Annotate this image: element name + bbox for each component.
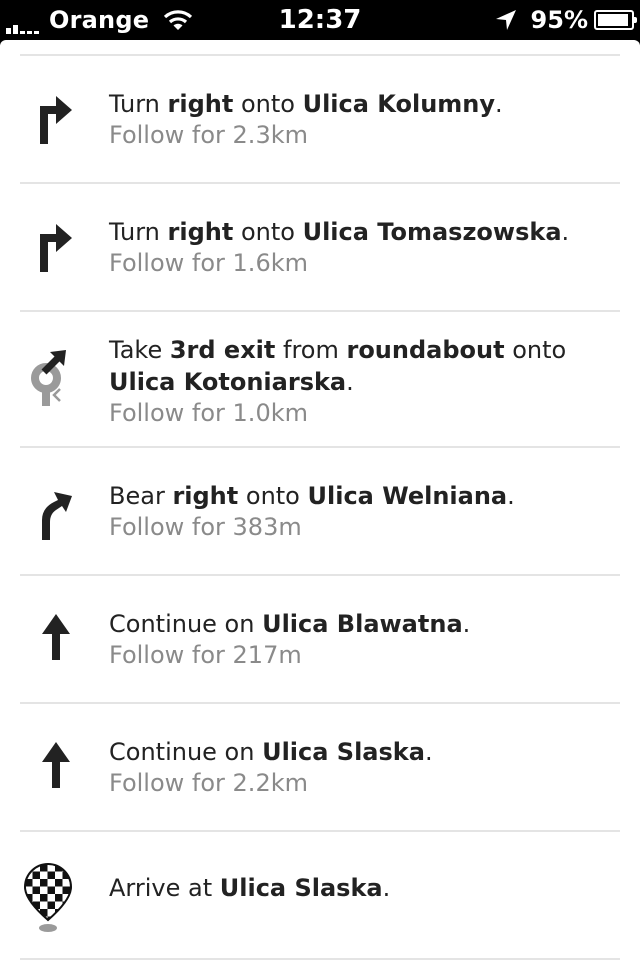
instruction-bold: Ulica Kolumny [302, 90, 496, 118]
instruction-part: Take [109, 336, 170, 364]
instruction-part: Turn [109, 90, 168, 118]
instruction-bold: 3rd exit [169, 336, 276, 364]
instruction-part: . [561, 218, 570, 246]
signal-bars-icon [6, 10, 41, 34]
instruction-text: Continue on Ulica Blawatna. [109, 608, 610, 640]
instruction-bold: Ulica Tomaszowska [302, 218, 562, 246]
instruction-part: . [507, 482, 515, 510]
step-text: Continue on Ulica Slaska. Follow for 2.2k… [109, 736, 610, 799]
instruction-bold: roundabout [346, 336, 505, 364]
instruction-part: . [382, 874, 391, 902]
direction-step[interactable]: Continue on Ulica Slaska. Follow for 2.2k… [20, 704, 620, 832]
direction-step[interactable]: Turn right onto Ulica Kolumny. Follow for… [20, 56, 620, 184]
instruction-text: Ulica Kotoniarska. [109, 366, 610, 398]
instruction-bold: Ulica Blawatna [262, 610, 463, 638]
follow-distance: Follow for 1.6km [109, 249, 308, 277]
instruction-part: Continue on [109, 610, 263, 638]
step-text: Continue on Ulica Blawatna. Follow for 21… [109, 608, 610, 671]
step-text: Turn right onto Ulica Tomaszowska. Follow… [109, 216, 610, 279]
direction-step[interactable]: Take 3rd exit from roundabout onto Ulica … [20, 312, 620, 448]
instruction-text: Turn right onto Ulica Tomaszowska. [109, 216, 610, 248]
instruction-part: . [495, 90, 503, 118]
status-left: Orange [6, 0, 193, 40]
follow-distance: Follow for 2.2km [109, 769, 308, 797]
carrier-name: Orange [49, 6, 150, 34]
turn-right-icon [20, 220, 100, 284]
direction-step[interactable]: Continue on Ulica Blawatna. Follow for 21… [20, 576, 620, 704]
battery-fill [598, 14, 628, 26]
direction-step[interactable]: Turn right onto Ulica Tomaszowska. Follow… [20, 184, 620, 312]
turn-right-icon [20, 92, 100, 156]
straight-arrow-icon [20, 612, 100, 676]
step-text: Turn right onto Ulica Kolumny. Follow for… [109, 88, 610, 151]
step-text: Take 3rd exit from roundabout onto Ulica … [109, 334, 610, 429]
bear-right-icon [20, 486, 100, 550]
direction-step[interactable]: Bear right onto Ulica Welniana. Follow fo… [20, 448, 620, 576]
battery-icon [594, 10, 637, 30]
roundabout-icon [20, 348, 100, 412]
instruction-part: Continue on [109, 738, 263, 766]
battery-percent: 95% [530, 6, 588, 34]
follow-distance: Follow for 217m [109, 641, 302, 669]
status-bar: Orange 12:37 95% [0, 0, 640, 40]
instruction-part: Turn [109, 218, 168, 246]
instruction-part: onto [238, 482, 308, 510]
instruction-text: Continue on Ulica Slaska. [109, 736, 610, 768]
directions-list: Turn right onto Ulica Kolumny. Follow for… [0, 40, 640, 960]
instruction-bold: Ulica Welniana [307, 482, 508, 510]
location-arrow-icon [495, 9, 531, 31]
instruction-part: . [346, 368, 354, 396]
instruction-text: Turn right onto Ulica Kolumny. [109, 88, 610, 120]
instruction-part: onto [233, 218, 303, 246]
instruction-bold: right [172, 482, 239, 510]
instruction-part: onto [233, 90, 303, 118]
instruction-text: Take 3rd exit from roundabout onto [109, 334, 610, 366]
instruction-bold: Ulica Kotoniarska [109, 368, 347, 396]
step-text: Bear right onto Ulica Welniana. Follow fo… [109, 480, 610, 543]
wifi-icon [163, 8, 193, 32]
follow-distance: Follow for 2.3km [109, 121, 308, 149]
instruction-bold: right [167, 90, 234, 118]
checkered-flag-pin-icon [20, 862, 100, 938]
straight-arrow-icon [20, 740, 100, 804]
instruction-bold: right [167, 218, 234, 246]
instruction-text: Bear right onto Ulica Welniana. [109, 480, 610, 512]
step-text: Arrive at Ulica Slaska. [109, 872, 610, 904]
instruction-part: . [462, 610, 471, 638]
instruction-part: Bear [109, 482, 173, 510]
instruction-part: Arrive at [109, 874, 220, 902]
instruction-part: . [424, 738, 433, 766]
direction-step[interactable]: Arrive at Ulica Slaska. [20, 832, 620, 960]
instruction-bold: Ulica Slaska [262, 738, 425, 766]
status-right: 95% [495, 0, 637, 40]
follow-distance: Follow for 1.0km [109, 399, 308, 427]
instruction-text: Arrive at Ulica Slaska. [109, 872, 610, 904]
instruction-part: onto [504, 336, 567, 364]
instruction-part: from [275, 336, 347, 364]
follow-distance: Follow for 383m [109, 513, 302, 541]
instruction-bold: Ulica Slaska [219, 874, 383, 902]
